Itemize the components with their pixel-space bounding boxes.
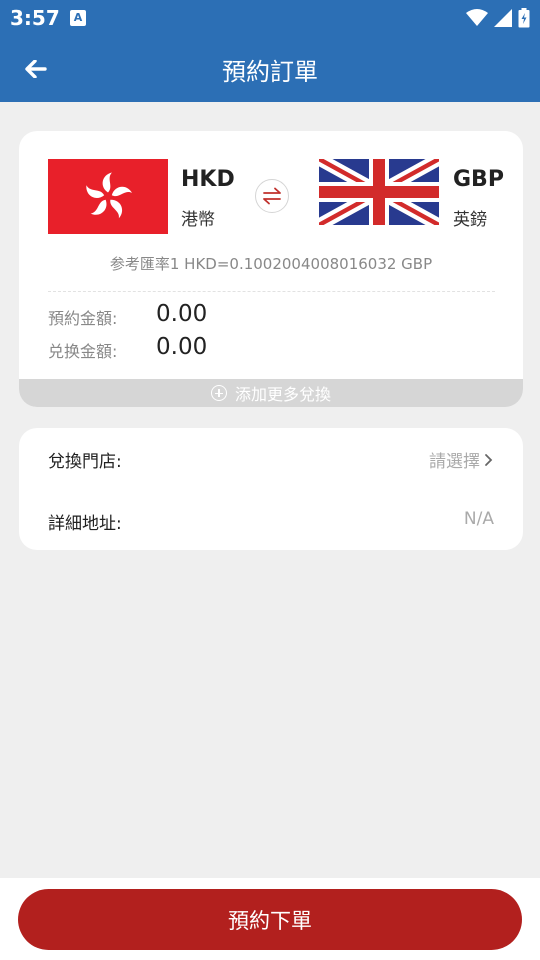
uk-flag-icon[interactable] <box>315 153 443 234</box>
to-currency-code[interactable]: GBP <box>453 167 504 192</box>
add-more-label: 添加更多兌換 <box>234 385 331 404</box>
hong-kong-flag-icon[interactable] <box>48 159 168 234</box>
address-value: N/A <box>463 509 494 529</box>
battery-icon <box>518 8 530 28</box>
notification-app-icon: A <box>70 10 86 26</box>
address-label: 詳細地址: <box>48 514 122 534</box>
store-card: 兌換門店: 請選擇 詳細地址: N/A <box>19 428 523 550</box>
store-label: 兌換門店: <box>48 452 122 472</box>
exchange-card: HKD 港幣 GBP 英鎊 参考匯率1 HKD=0.10020040080160… <box>19 131 523 407</box>
app-header: 3:57 A 預約訂單 <box>0 0 540 102</box>
exchange-amount-label: 兑换金額: <box>48 342 118 361</box>
swap-currency-button[interactable] <box>255 179 289 213</box>
dashed-divider <box>48 291 495 292</box>
add-more-exchange-button[interactable]: 添加更多兌換 <box>19 379 523 407</box>
reserve-amount-input[interactable]: 0.00 <box>156 301 207 327</box>
swap-arrows-icon <box>263 187 281 205</box>
exchange-amount-value: 0.00 <box>156 334 208 360</box>
status-icons <box>466 8 530 28</box>
reserve-amount-label: 預約金額: <box>48 309 118 328</box>
plus-circle-icon <box>210 385 227 401</box>
store-placeholder: 請選擇 <box>429 452 480 472</box>
from-currency-code[interactable]: HKD <box>181 167 235 192</box>
wifi-icon <box>466 9 488 26</box>
chevron-right-icon <box>485 453 493 466</box>
to-currency-name: 英鎊 <box>453 210 487 230</box>
status-time: 3:57 <box>10 6 60 30</box>
exchange-rate-text: 参考匯率1 HKD=0.1002004008016032 GBP <box>109 255 433 273</box>
store-select-row[interactable]: 兌換門店: 請選擇 <box>19 428 523 488</box>
cell-signal-icon <box>494 9 512 27</box>
status-bar: 3:57 A <box>0 0 540 36</box>
address-row: 詳細地址: N/A <box>19 490 523 550</box>
submit-order-button[interactable]: 預約下單 <box>18 889 522 950</box>
bottom-bar: 預約下單 <box>0 878 540 960</box>
store-select-value[interactable]: 請選擇 <box>429 447 494 472</box>
page-title: 預約訂單 <box>222 58 318 86</box>
from-currency-name: 港幣 <box>181 210 215 230</box>
